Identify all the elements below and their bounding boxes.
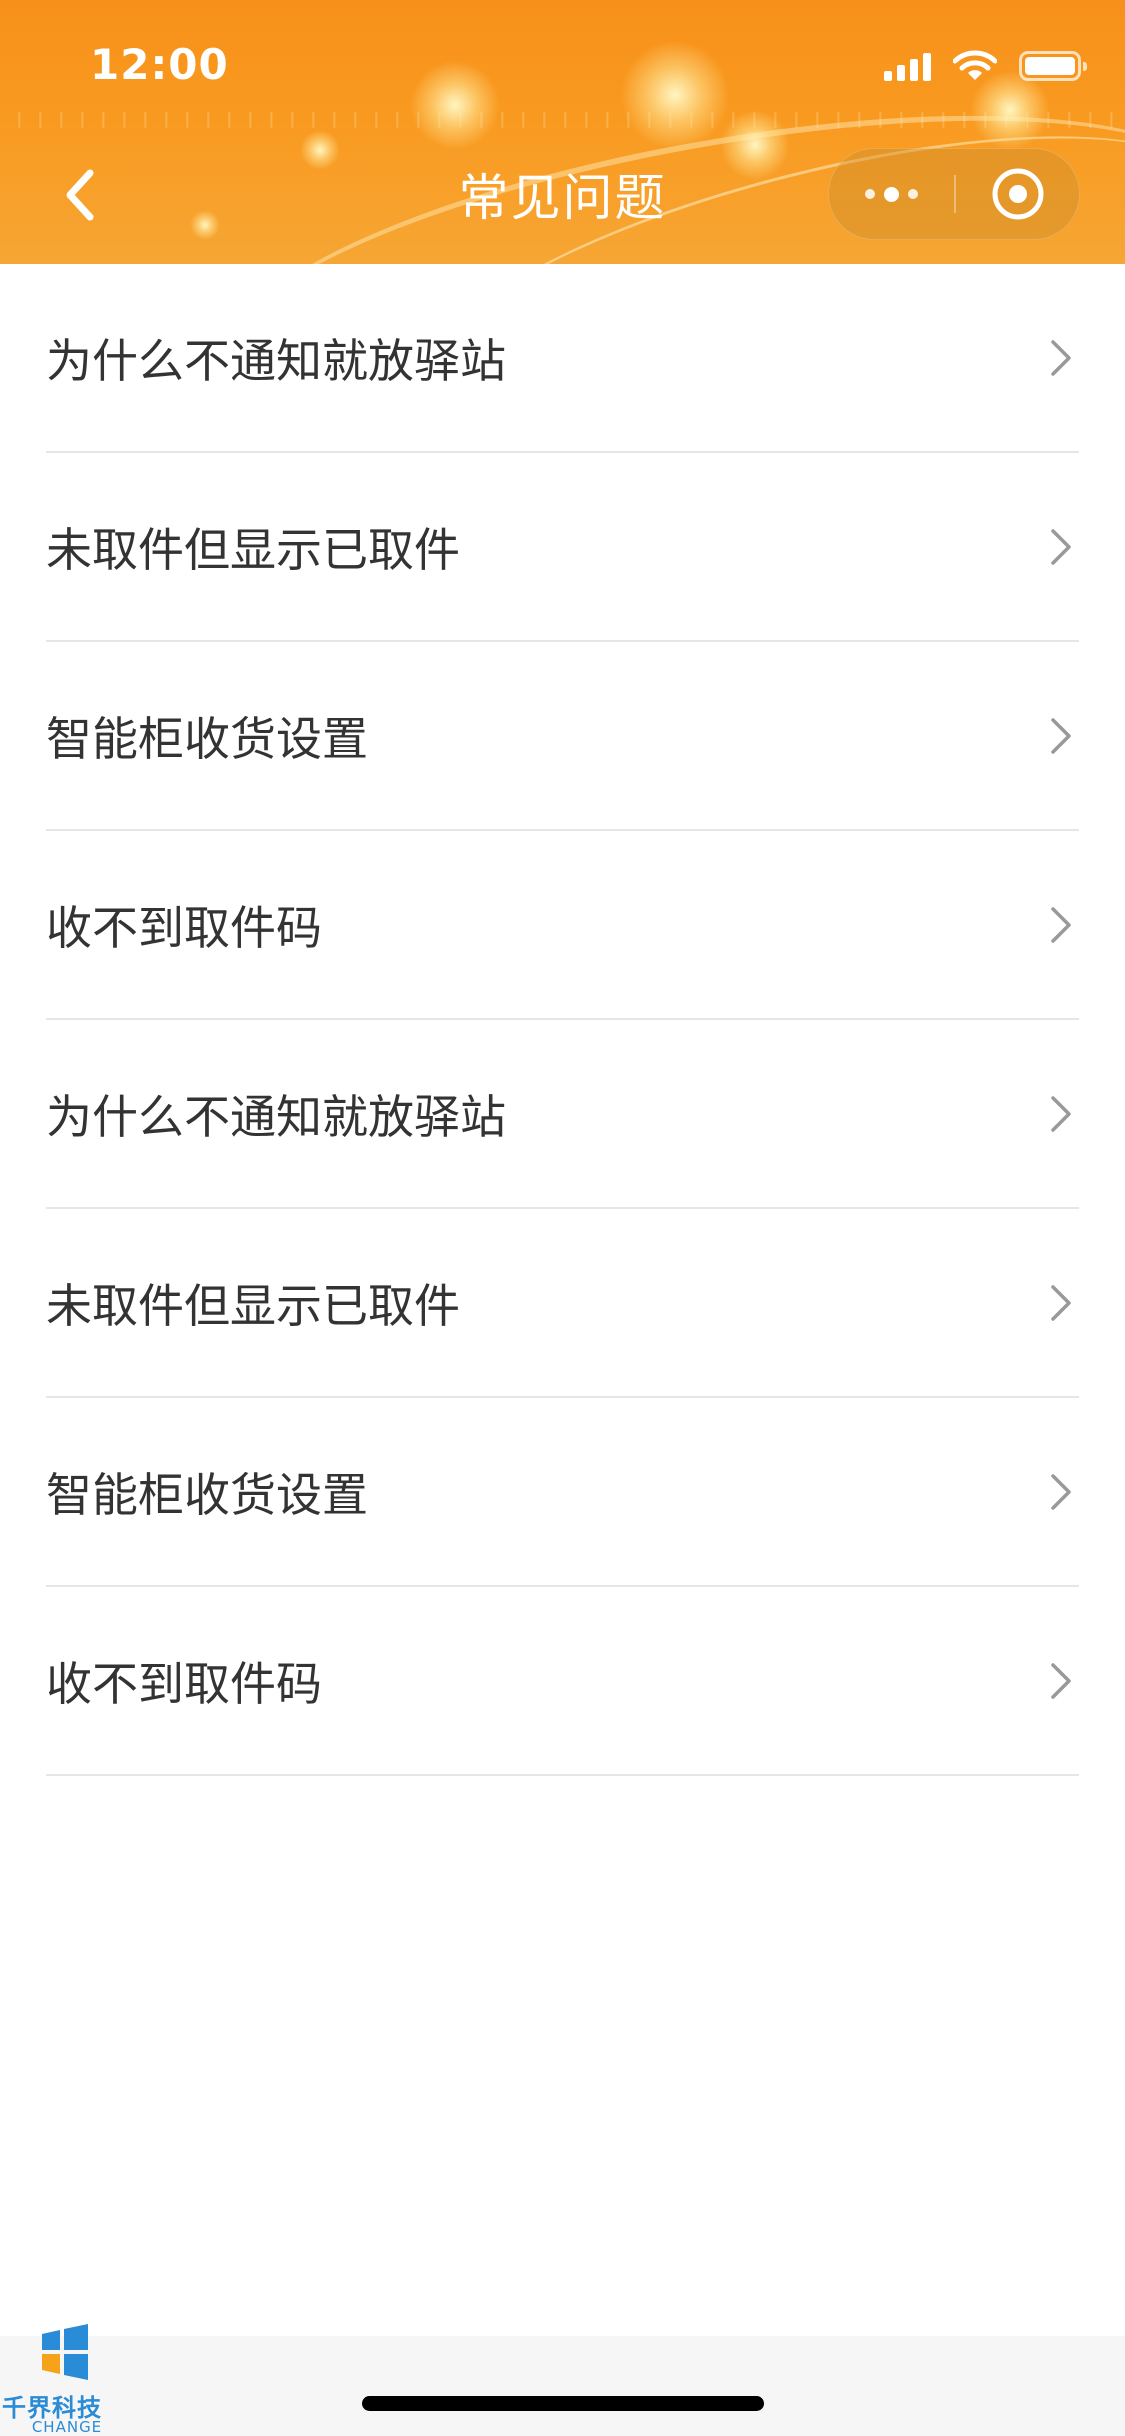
faq-item-label: 智能柜收货设置	[46, 1467, 368, 1522]
mini-program-capsule	[828, 148, 1080, 240]
faq-item[interactable]: 收不到取件码	[46, 831, 1079, 1020]
faq-item-label: 为什么不通知就放驿站	[46, 333, 506, 388]
watermark-subtitle: CHANGE	[31, 2418, 103, 2436]
chevron-right-icon	[1043, 336, 1079, 380]
close-button[interactable]	[956, 149, 1079, 239]
chevron-right-icon	[1043, 1659, 1079, 1703]
faq-item-label: 智能柜收货设置	[46, 711, 368, 766]
chevron-right-icon	[1043, 525, 1079, 569]
windows-logo-icon	[42, 2324, 88, 2380]
faq-item-label: 收不到取件码	[46, 1656, 322, 1711]
chevron-right-icon	[1043, 714, 1079, 758]
battery-icon	[1019, 51, 1087, 81]
faq-item[interactable]: 为什么不通知就放驿站	[46, 264, 1079, 453]
faq-list: 为什么不通知就放驿站 未取件但显示已取件 智能柜收货设置 收不到取件码 为什么不…	[0, 264, 1125, 1776]
faq-item-label: 收不到取件码	[46, 900, 322, 955]
bottom-safe-area	[0, 2336, 1125, 2436]
chevron-right-icon	[1043, 1281, 1079, 1325]
header-decoration	[410, 60, 500, 150]
chevron-right-icon	[1043, 1470, 1079, 1514]
faq-item[interactable]: 收不到取件码	[46, 1587, 1079, 1776]
faq-item[interactable]: 智能柜收货设置	[46, 642, 1079, 831]
chevron-right-icon	[1043, 903, 1079, 947]
home-indicator[interactable]	[362, 2396, 764, 2411]
faq-item[interactable]: 未取件但显示已取件	[46, 453, 1079, 642]
header: 12:00 常见问题	[0, 0, 1125, 264]
status-time: 12:00	[90, 40, 229, 89]
more-dots-icon	[865, 186, 918, 202]
watermark-logo: 千界科技 CHANGE	[2, 2320, 132, 2436]
chevron-right-icon	[1043, 1092, 1079, 1136]
faq-item[interactable]: 智能柜收货设置	[46, 1398, 1079, 1587]
more-button[interactable]	[829, 149, 954, 239]
header-decoration	[0, 112, 1125, 128]
faq-item-label: 未取件但显示已取件	[46, 522, 460, 577]
wifi-icon	[953, 50, 997, 80]
status-icons	[884, 48, 1087, 84]
header-decoration	[620, 40, 730, 150]
faq-item[interactable]: 未取件但显示已取件	[46, 1209, 1079, 1398]
signal-icon	[884, 51, 931, 81]
faq-item-label: 为什么不通知就放驿站	[46, 1089, 506, 1144]
faq-item-label: 未取件但显示已取件	[46, 1278, 460, 1333]
faq-item[interactable]: 为什么不通知就放驿站	[46, 1020, 1079, 1209]
close-circle-icon	[992, 168, 1043, 220]
